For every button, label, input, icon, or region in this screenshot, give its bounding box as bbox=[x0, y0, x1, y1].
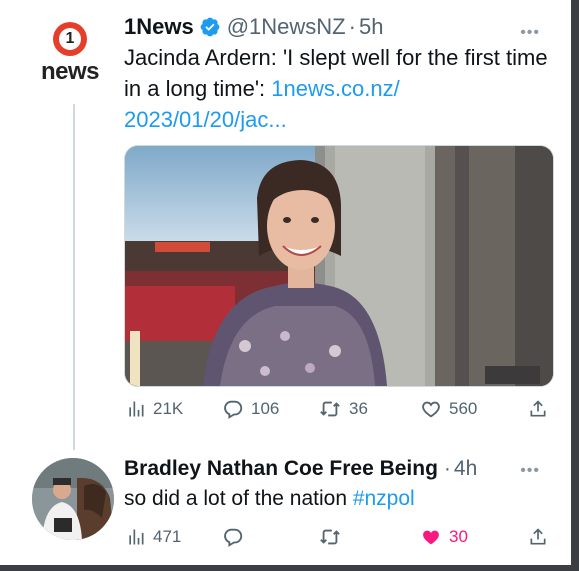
reply-like-count: 30 bbox=[449, 527, 468, 546]
tweet-action-bar: 21K 106 36 560 bbox=[124, 395, 554, 423]
share-upload-icon bbox=[530, 400, 546, 417]
tweet-photo[interactable] bbox=[124, 145, 554, 387]
bar-chart-icon bbox=[129, 401, 144, 417]
reply-more-dots-icon[interactable]: ••• bbox=[520, 462, 540, 480]
separator-dot: · bbox=[348, 14, 356, 39]
photo-illustration bbox=[125, 146, 553, 386]
bar-chart-icon bbox=[129, 529, 144, 545]
avatar-photo bbox=[32, 458, 114, 540]
avatar-1news[interactable]: 1 news bbox=[37, 14, 109, 98]
reply-text: so did a lot of the nation #nzpol bbox=[124, 484, 554, 514]
more-dots-icon[interactable]: ••• bbox=[520, 24, 540, 42]
reply-separator-dot: · bbox=[443, 457, 451, 480]
tweet-link-line2: 2023/01/20/jac... bbox=[124, 107, 287, 132]
share-upload-icon bbox=[530, 528, 546, 545]
thread-connector-line bbox=[73, 104, 75, 450]
reply-button[interactable]: 106 bbox=[222, 398, 279, 420]
reply-retweet-button[interactable] bbox=[318, 526, 342, 548]
reply-header: Bradley Nathan Coe Free Being · 4h ••• bbox=[124, 454, 554, 484]
author-handle[interactable]: @1NewsNZ bbox=[227, 14, 346, 40]
reply-count: 106 bbox=[251, 399, 280, 418]
retweet-button[interactable]: 36 bbox=[318, 398, 368, 420]
retweet-arrows-icon bbox=[320, 529, 340, 545]
hashtag-link[interactable]: #nzpol bbox=[353, 487, 415, 510]
avatar-bradley[interactable] bbox=[32, 458, 114, 540]
speech-bubble-icon bbox=[224, 528, 243, 547]
like-count: 560 bbox=[449, 399, 478, 418]
window-frame-right bbox=[571, 0, 579, 571]
reply-body: so did a lot of the nation bbox=[124, 487, 353, 510]
share-button[interactable] bbox=[528, 398, 548, 420]
retweet-arrows-icon bbox=[320, 401, 340, 417]
reply-views-button[interactable]: 471 bbox=[126, 527, 181, 547]
like-button[interactable]: 560 bbox=[420, 398, 477, 420]
reply-author-name[interactable]: Bradley Nathan Coe Free Being bbox=[124, 457, 438, 481]
views-button[interactable]: 21K bbox=[126, 399, 183, 419]
window-frame-bottom bbox=[0, 565, 579, 571]
logo-numeral: 1 bbox=[59, 28, 81, 50]
tweet-text: Jacinda Ardern: 'I slept well for the fi… bbox=[124, 42, 554, 135]
reply-timestamp[interactable]: 4h bbox=[454, 457, 477, 481]
tweet-header: 1News @1NewsNZ · 5h ••• bbox=[124, 12, 554, 42]
speech-bubble-icon bbox=[224, 400, 243, 419]
timestamp[interactable]: 5h bbox=[359, 14, 383, 40]
reply-action-bar: 471 30 bbox=[124, 523, 554, 551]
views-count: 21K bbox=[153, 399, 184, 418]
verified-badge-icon bbox=[199, 16, 221, 38]
reply-share-button[interactable] bbox=[528, 526, 548, 548]
reply-views-count: 471 bbox=[153, 527, 182, 546]
reply-reply-button[interactable] bbox=[222, 526, 244, 548]
retweet-count: 36 bbox=[349, 399, 368, 418]
heart-icon bbox=[422, 401, 440, 418]
tweet-link-line1: 1news.co.nz/ bbox=[271, 76, 400, 101]
reply-like-button[interactable]: 30 bbox=[420, 526, 468, 548]
logo-wordmark: news bbox=[41, 58, 100, 85]
author-name[interactable]: 1News bbox=[124, 14, 194, 40]
logo-ring: 1 bbox=[53, 22, 87, 56]
heart-filled-icon bbox=[423, 530, 439, 545]
